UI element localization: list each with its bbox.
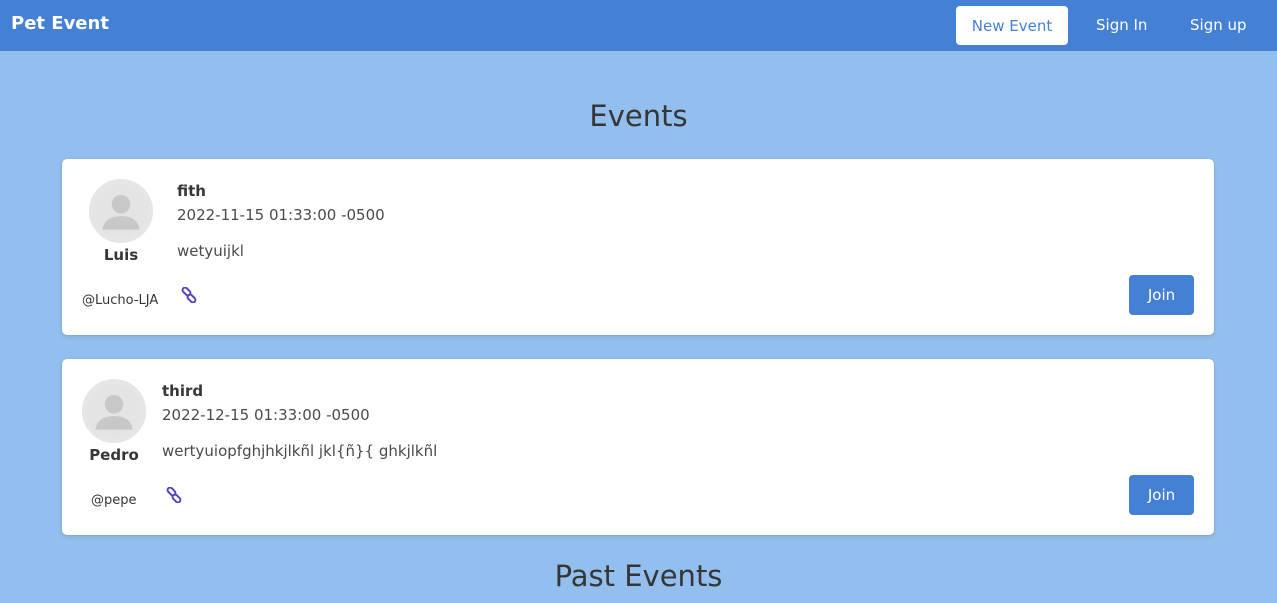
avatar — [89, 179, 153, 243]
events-heading: Events — [589, 99, 688, 133]
link-icon[interactable] — [181, 286, 197, 304]
brand-logo[interactable]: Pet Event — [11, 13, 109, 34]
event-date: 2022-11-15 01:33:00 -0500 — [177, 206, 385, 224]
past-events-heading: Past Events — [554, 559, 723, 593]
event-title: fith — [177, 182, 206, 200]
sign-in-link[interactable]: Sign In — [1096, 16, 1147, 34]
user-silhouette-icon — [87, 384, 141, 438]
event-description: wertyuiopfghjhkjlkñl jkl{ñ}{ ghkjlkñl — [162, 442, 438, 460]
avatar — [82, 379, 146, 443]
author-name: Luis — [103, 246, 139, 264]
event-card: Luis @Lucho-LJA fith 2022-11-15 01:33:00… — [62, 159, 1214, 335]
join-button[interactable]: Join — [1129, 275, 1194, 315]
event-date: 2022-12-15 01:33:00 -0500 — [162, 406, 370, 424]
author-name: Pedro — [89, 446, 139, 464]
sign-up-link[interactable]: Sign up — [1190, 16, 1247, 34]
event-description: wetyuijkl — [177, 242, 244, 260]
event-title: third — [162, 382, 204, 400]
new-event-button[interactable]: New Event — [956, 6, 1068, 45]
join-button[interactable]: Join — [1129, 475, 1194, 515]
user-silhouette-icon — [94, 184, 148, 238]
author-handle[interactable]: @pepe — [91, 493, 137, 508]
author-handle[interactable]: @Lucho-LJA — [82, 293, 158, 308]
link-icon[interactable] — [166, 486, 182, 504]
navbar: Pet Event New Event Sign In Sign up — [0, 0, 1277, 51]
event-card: Pedro @pepe third 2022-12-15 01:33:00 -0… — [62, 359, 1214, 535]
